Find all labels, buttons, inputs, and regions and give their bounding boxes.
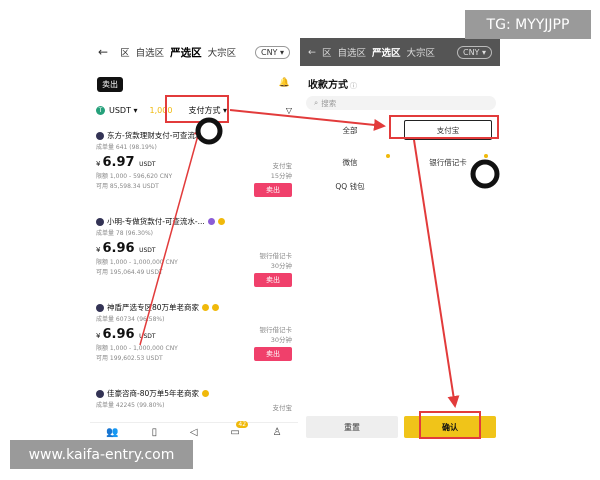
clock-time: 15分钟 (270, 172, 292, 180)
tab-favorites[interactable]: 自选区 (136, 45, 165, 59)
people-icon[interactable]: 👥 (106, 427, 118, 438)
merchant-stats: 成单量 641 (98.19%) (96, 144, 157, 151)
back-arrow-icon[interactable]: ← (98, 45, 108, 59)
tab-area[interactable]: 区 (120, 45, 130, 59)
list-item[interactable]: 小明-专做货款付-可查流水-... 成单量 78 (96.30%) ¥6.96 … (96, 216, 292, 288)
option-bank-card[interactable]: 银行借记卡 (404, 152, 492, 172)
search-input[interactable]: ⌕ 搜索 (306, 96, 496, 110)
left-screen: ← 区 自选区 严选区 大宗区 CNY ▾ 卖出 🔔 T USDT ▾ 1,00… (90, 38, 298, 442)
sell-toggle[interactable]: 卖出 (97, 77, 123, 92)
merchant-badge-icon (202, 390, 210, 397)
ads-icon[interactable]: ◁ (190, 427, 198, 438)
merchant-avatar (96, 389, 104, 398)
list-item[interactable]: 神盾严选专区80万单老商家 成单量 60734 (96.58%) ¥6.96 U… (96, 302, 292, 374)
merchant-avatar (96, 303, 104, 312)
amount-filter[interactable]: 1,000 (150, 106, 173, 115)
tab-area[interactable]: 区 (322, 45, 332, 59)
clock-time: 30分钟 (270, 262, 292, 270)
currency-select[interactable]: CNY ▾ (456, 45, 492, 59)
message-count: 42 (236, 421, 249, 428)
merchant-stats: 成单量 42245 (99.80%) (96, 402, 165, 409)
clock-time: 30分钟 (270, 336, 292, 344)
filter-bar: T USDT ▾ 1,000 支付方式 ▾ ▽ (96, 102, 292, 118)
site-watermark: www.kaifa-entry.com (10, 440, 193, 469)
funnel-icon[interactable]: ▽ (286, 106, 292, 115)
tab-bulk[interactable]: 大宗区 (208, 45, 237, 59)
option-badge-icon (484, 154, 488, 158)
messages-icon[interactable]: ▭ 42 (230, 421, 249, 438)
top-nav: ← 区 自选区 严选区 大宗区 CNY ▾ (90, 38, 298, 66)
merchant-avatar (96, 131, 104, 140)
verified-badge-icon (207, 218, 215, 225)
bottom-nav: 👥 ▯ ◁ ▭ 42 ♙ (90, 421, 298, 442)
orders-icon[interactable]: ▯ (152, 427, 158, 438)
merchant-name[interactable]: 佳豪咨商-80万单5年老商家 (107, 388, 199, 399)
coin-select[interactable]: USDT ▾ (109, 106, 138, 115)
tab-selected[interactable]: 严选区 (372, 45, 401, 59)
option-badge-icon (386, 154, 390, 158)
info-icon[interactable]: ⓘ (350, 82, 357, 90)
payment-method: 支付宝 (272, 404, 293, 412)
option-wechat[interactable]: 微信 (306, 152, 394, 172)
merchant-name[interactable]: 东方-货款理财支付-可查流水 (107, 130, 202, 141)
sell-button[interactable]: 卖出 (254, 273, 292, 287)
payment-filter[interactable]: 支付方式 ▾ (188, 105, 227, 116)
usdt-icon: T (96, 105, 105, 115)
sell-button[interactable]: 卖出 (254, 183, 292, 197)
top-nav-dimmed: ← 区 自选区 严选区 大宗区 CNY ▾ (300, 38, 500, 66)
right-screen: ← 区 自选区 严选区 大宗区 CNY ▾ 收款方式 ⓘ ⌕ 搜索 全部 支付宝 微… (300, 38, 500, 442)
merchant-badge-icon (212, 304, 220, 311)
profile-icon[interactable]: ♙ (273, 427, 282, 438)
payment-method: 支付宝 (272, 162, 293, 170)
list-item[interactable]: 佳豪咨商-80万单5年老商家 成单量 42245 (99.80%) 支付宝 (96, 388, 292, 418)
option-all[interactable]: 全部 (306, 120, 394, 140)
payment-method: 银行借记卡 (259, 252, 293, 260)
search-icon: ⌕ (314, 98, 319, 107)
merchant-avatar (96, 217, 104, 226)
merchant-name[interactable]: 神盾严选专区80万单老商家 (107, 302, 199, 313)
notification-icon[interactable]: 🔔 (279, 78, 290, 88)
tab-selected[interactable]: 严选区 (170, 45, 202, 60)
list-item[interactable]: 东方-货款理财支付-可查流水 成单量 641 (98.19%) ¥6.97 US… (96, 130, 292, 202)
merchant-stats: 成单量 60734 (96.58%) (96, 316, 165, 323)
confirm-button[interactable]: 确认 (404, 416, 496, 438)
option-alipay[interactable]: 支付宝 (404, 120, 492, 140)
option-qq-wallet[interactable]: QQ 钱包 (306, 176, 394, 196)
tab-bulk[interactable]: 大宗区 (407, 45, 436, 59)
tg-watermark: TG: MYYJJPP (465, 10, 591, 39)
merchant-name[interactable]: 小明-专做货款付-可查流水-... (107, 216, 205, 227)
tab-favorites[interactable]: 自选区 (337, 45, 366, 59)
merchant-badge-icon (217, 218, 225, 225)
payment-method: 银行借记卡 (259, 326, 293, 334)
currency-select[interactable]: CNY ▾ (254, 45, 290, 59)
sell-button[interactable]: 卖出 (254, 347, 292, 361)
merchant-badge-icon (202, 304, 210, 311)
sheet-title: 收款方式 ⓘ (308, 80, 357, 91)
reset-button[interactable]: 重置 (306, 416, 398, 438)
payment-method-sheet: 收款方式 ⓘ ⌕ 搜索 全部 支付宝 微信 银行借记卡 QQ 钱包 重置 确认 (300, 66, 500, 442)
merchant-stats: 成单量 78 (96.30%) (96, 230, 154, 237)
back-arrow-icon[interactable]: ← (308, 47, 316, 58)
